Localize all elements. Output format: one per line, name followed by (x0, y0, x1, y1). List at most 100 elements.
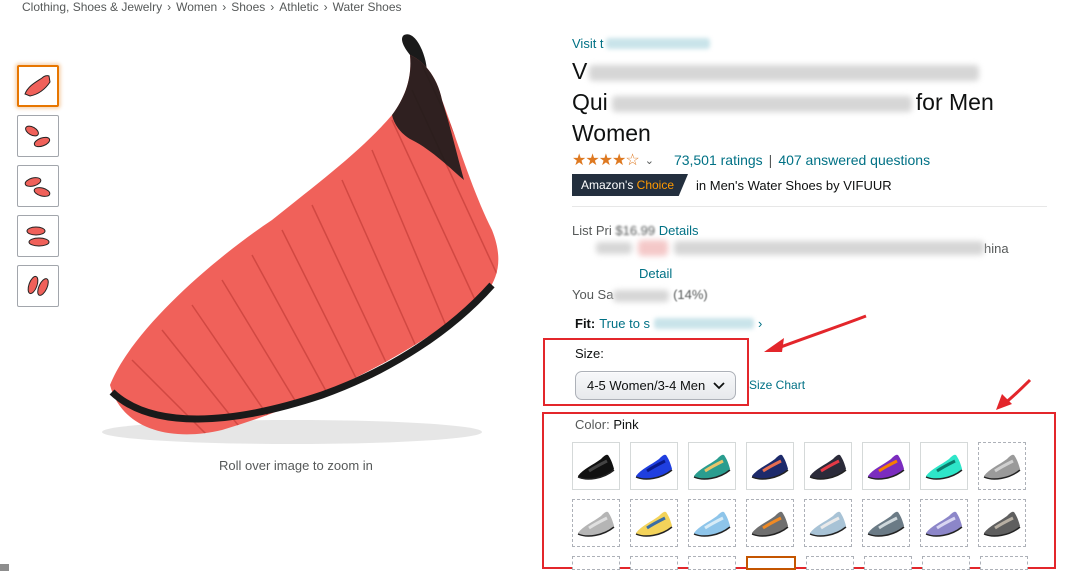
shoe-swatch-icon (693, 511, 731, 537)
color-swatch[interactable] (864, 556, 912, 570)
breadcrumb-item[interactable]: Water Shoes (333, 0, 402, 14)
size-selected-value: 4-5 Women/3-4 Men (587, 378, 706, 393)
color-selected-value: Pink (613, 417, 639, 432)
title-text: for Men (915, 89, 994, 115)
color-swatch-selected[interactable] (746, 556, 796, 570)
list-price-details-link[interactable]: Details (659, 223, 699, 238)
color-swatch-rainbow-dark[interactable] (804, 442, 852, 490)
amazons-choice-row: Amazon's Choice in Men's Water Shoes by … (572, 174, 892, 196)
breadcrumb-item[interactable]: Women (176, 0, 217, 14)
visit-store-link[interactable]: Visit t (572, 36, 710, 51)
product-title-line-3: Women (572, 120, 651, 146)
redacted-text (596, 242, 632, 254)
shoe-swatch-icon (925, 454, 963, 480)
thumbnail-1[interactable] (17, 65, 59, 107)
details-link[interactable]: Detail (639, 266, 672, 281)
shoe-swatch-icon (867, 454, 905, 480)
window-edge (0, 564, 9, 571)
redacted-text (613, 289, 670, 302)
ships-to-text: hina (984, 240, 1009, 256)
breadcrumb-item[interactable]: Clothing, Shoes & Jewelry (22, 0, 162, 14)
star-rating-icon[interactable]: ★★★★☆ (572, 150, 640, 170)
breadcrumb-separator: › (222, 0, 227, 14)
color-swatch-blue[interactable] (630, 442, 678, 490)
badge-text: Amazon's (581, 178, 634, 192)
color-swatch-lavender[interactable] (920, 499, 968, 547)
ratings-count-link[interactable]: 73,501 ratings (674, 152, 763, 168)
color-swatch[interactable] (688, 556, 736, 570)
product-title-line-2: Qui for Men (572, 87, 994, 117)
color-swatch-slate[interactable] (862, 499, 910, 547)
answered-questions-link[interactable]: 407 answered questions (778, 152, 930, 168)
shoe-swatch-icon (983, 454, 1021, 480)
color-label: Color: (575, 417, 610, 432)
visit-store-text: Visit t (572, 36, 604, 51)
shoe-swatch-icon (925, 511, 963, 537)
color-swatch[interactable] (572, 556, 620, 570)
shoe-pair-thumbnail-icon (26, 226, 50, 247)
shoe-swatch-icon (635, 454, 673, 480)
color-swatch[interactable] (980, 556, 1028, 570)
redacted-text (605, 38, 710, 49)
shoe-swatch-icon (809, 454, 847, 480)
product-title-line-1: V (572, 56, 980, 86)
color-swatch-navy-floral[interactable] (746, 442, 794, 490)
color-swatch-black[interactable] (572, 442, 620, 490)
shoe-thumbnail-icon (24, 75, 51, 97)
color-swatch-aqua[interactable] (920, 442, 968, 490)
size-chart-link[interactable]: Size Chart (749, 378, 805, 392)
you-save-label: You Sa (572, 287, 614, 302)
rating-row: ★★★★☆ ⌄ 73,501 ratings | 407 answered qu… (572, 150, 930, 170)
annotation-arrow-size (764, 314, 867, 352)
color-swatch-grid (572, 442, 1042, 547)
color-swatch-tropical[interactable] (688, 442, 736, 490)
fit-label: Fit: (575, 316, 596, 331)
main-product-image[interactable] (92, 30, 522, 450)
breadcrumb-separator: › (270, 0, 275, 14)
chevron-right-icon[interactable]: › (758, 316, 762, 331)
color-swatch-pattern[interactable] (804, 499, 852, 547)
color-swatch-dark-grey[interactable] (978, 499, 1026, 547)
color-swatch-light-grey[interactable] (572, 499, 620, 547)
shoe-swatch-icon (751, 511, 789, 537)
rating-separator: | (768, 152, 773, 168)
color-label-row: Color: Pink (575, 417, 639, 432)
breadcrumb-item[interactable]: Athletic (279, 0, 318, 14)
fit-value-link[interactable]: True to s (599, 316, 650, 331)
shoe-swatch-icon (809, 511, 847, 537)
thumbnail-4[interactable] (17, 215, 59, 257)
shoe-pair-thumbnail-icon (27, 275, 49, 296)
breadcrumb-item[interactable]: Shoes (231, 0, 265, 14)
list-price-label: List Pri (572, 223, 612, 238)
color-swatch[interactable] (922, 556, 970, 570)
shoe-swatch-icon (751, 454, 789, 480)
breadcrumb-separator: › (323, 0, 328, 14)
amazons-choice-badge[interactable]: Amazon's Choice (572, 174, 689, 196)
chevron-down-icon[interactable]: ⌄ (645, 154, 654, 167)
thumbnail-5[interactable] (17, 265, 59, 307)
divider (572, 206, 1047, 207)
size-dropdown[interactable]: 4-5 Women/3-4 Men (575, 371, 736, 400)
color-swatch-galaxy[interactable] (862, 442, 910, 490)
color-swatch-sky[interactable] (688, 499, 736, 547)
thumbnail-3[interactable] (17, 165, 59, 207)
list-price-value: $16.99 (615, 223, 656, 238)
badge-text-accent: Choice (636, 178, 675, 192)
shoe-pair-thumbnail-icon (25, 125, 51, 148)
shoe-swatch-icon (577, 511, 615, 537)
color-swatch-grey-orange[interactable] (746, 499, 794, 547)
thumbnail-2[interactable] (17, 115, 59, 157)
redacted-text (589, 64, 980, 81)
color-swatch-grey[interactable] (978, 442, 1026, 490)
size-label: Size: (575, 346, 604, 361)
breadcrumb-separator: › (167, 0, 172, 14)
shoe-pair-thumbnail-icon (24, 177, 51, 197)
color-swatch-yellow-blue[interactable] (630, 499, 678, 547)
color-swatch[interactable] (806, 556, 854, 570)
color-swatch[interactable] (630, 556, 678, 570)
zoom-hint: Roll over image to zoom in (219, 458, 373, 473)
shoe-swatch-icon (693, 454, 731, 480)
title-text: Qui (572, 89, 608, 115)
shoe-swatch-icon (983, 511, 1021, 537)
you-save-percent: (14%) (673, 287, 708, 302)
